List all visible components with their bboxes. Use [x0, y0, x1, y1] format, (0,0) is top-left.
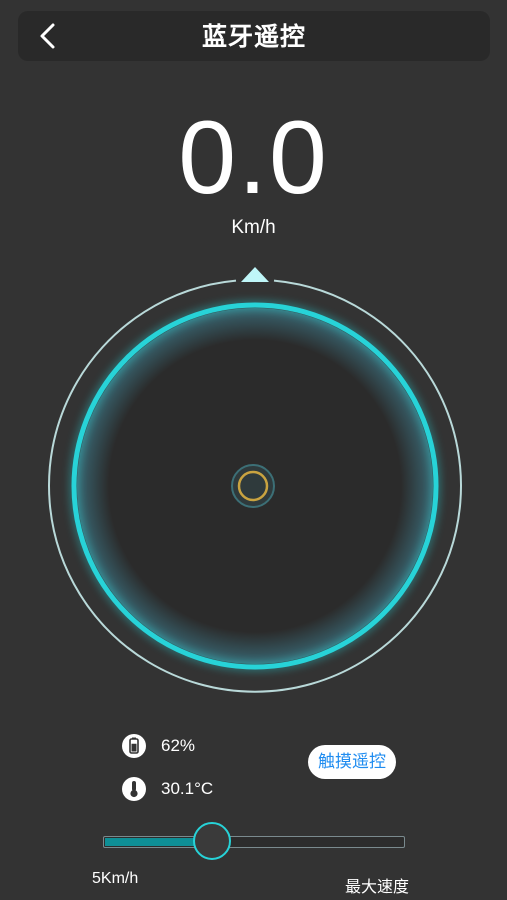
joystick-dial[interactable] [40, 262, 470, 712]
slider-min-label: 5Km/h [92, 870, 139, 887]
battery-percentage: 62% [161, 736, 196, 755]
speed-value: 0.0 [178, 100, 329, 216]
slider-max-label: 最大速度 [345, 877, 410, 896]
speed-slider[interactable] [103, 822, 405, 862]
triangle-up-icon [241, 267, 269, 282]
speed-unit: Km/h [231, 217, 276, 238]
temperature-status: 30.1°C [120, 775, 213, 803]
bluetooth-remote-screen: 蓝牙遥控 0.0 Km/h 62% 30.1°C 触摸遥控 5Km/h 最大速度 [0, 0, 507, 900]
battery-icon [120, 732, 148, 760]
nav-bar: 蓝牙遥控 [18, 11, 490, 61]
slider-thumb[interactable] [193, 822, 232, 860]
slider-track[interactable] [103, 836, 405, 848]
touch-remote-button[interactable]: 触摸遥控 [308, 745, 396, 779]
thermometer-icon [120, 775, 148, 803]
battery-status: 62% [120, 732, 195, 760]
page-title: 蓝牙遥控 [201, 22, 306, 51]
joystick-knob[interactable] [231, 464, 275, 508]
temperature-value: 30.1°C [161, 779, 214, 798]
